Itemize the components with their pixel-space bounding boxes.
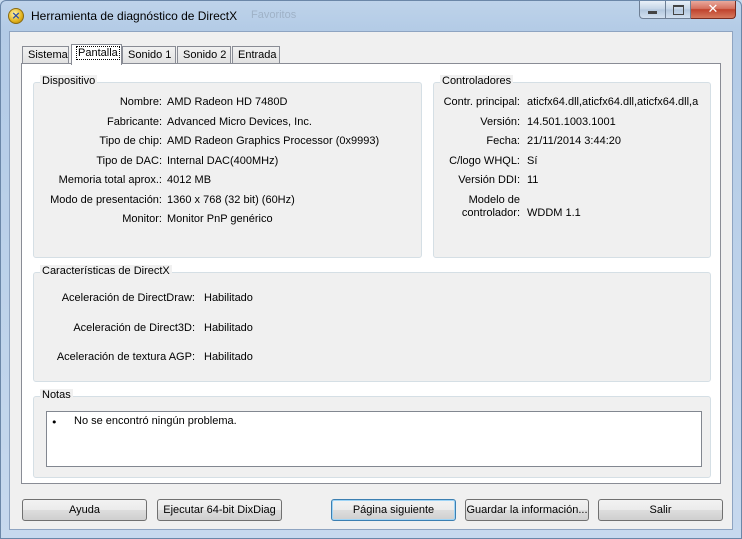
manufacturer-value: Advanced Micro Devices, Inc. [167,116,312,128]
close-button[interactable]: ✕ [691,1,736,19]
device-name-value: AMD Radeon HD 7480D [167,96,288,108]
next-page-button-label: Página siguiente [352,504,435,516]
exit-button-label: Salir [649,504,672,516]
agp-label: Aceleración de textura AGP: [56,351,195,363]
direct3d-value: Habilitado [204,322,253,334]
driver-model-label-line1: Modelo de [468,194,520,206]
agp-value: Habilitado [204,351,253,363]
notes-group: Notas • No se encontró ningún problema. [33,389,711,478]
run-64bit-dxdiag-button[interactable]: Ejecutar 64-bit DixDiag [157,499,282,521]
directx-features-group: Características de DirectX Aceleración d… [33,265,711,382]
tab-sonido-2[interactable]: Sonido 2 [177,46,231,64]
directdraw-label: Aceleración de DirectDraw: [61,292,195,304]
ddi-version-value: 11 [527,174,539,186]
maximize-icon [672,4,684,15]
notes-item: No se encontró ningún problema. [74,415,237,427]
ddi-version-label: Versión DDI: [458,174,520,186]
manufacturer-label: Fabricante: [106,116,162,128]
minimize-icon [648,11,657,14]
driver-version-label: Versión: [480,116,520,128]
save-info-button-label: Guardar la información... [466,504,588,516]
title-bar[interactable]: × Herramienta de diagnóstico de DirectX … [1,1,741,31]
maximize-button[interactable] [666,1,691,19]
close-icon: ✕ [707,2,719,17]
minimize-button[interactable] [639,1,666,19]
directx-app-icon[interactable]: × [8,8,24,24]
dac-type-label: Tipo de DAC: [96,155,162,167]
background-tab-title: Favoritos [251,9,297,21]
whql-value: Sí [527,155,538,167]
help-button[interactable]: Ayuda [22,499,147,521]
tab-entrada[interactable]: Entrada [232,46,280,64]
save-information-button[interactable]: Guardar la información... [465,499,589,521]
tab-pantalla[interactable]: Pantalla [71,44,122,65]
dac-type-value: Internal DAC(400MHz) [167,155,279,167]
driver-version-value: 14.501.1003.1001 [527,116,616,128]
directx-diagnostic-window: × Herramienta de diagnóstico de DirectX … [0,0,742,539]
main-driver-label: Contr. principal: [443,96,520,108]
drivers-group-title: Controladores [440,75,514,87]
driver-date-value: 21/11/2014 3:44:20 [527,135,621,147]
exit-button[interactable]: Salir [598,499,723,521]
whql-label: C/logo WHQL: [449,155,520,167]
display-mode-value: 1360 x 768 (32 bit) (60Hz) [167,194,295,206]
driver-date-label: Fecha: [486,135,520,147]
main-driver-value: aticfx64.dll,aticfx64.dll,aticfx64.dll,a [527,96,699,108]
monitor-label: Monitor: [122,213,162,225]
features-group-title: Características de DirectX [40,265,172,277]
directdraw-value: Habilitado [204,292,253,304]
driver-model-label-line2: controlador: [461,207,520,219]
help-button-label: Ayuda [69,504,100,516]
memory-label: Memoria total aprox.: [58,174,162,186]
drivers-group: Controladores Contr. principal: aticfx64… [433,75,711,258]
bullet-icon: • [51,416,58,429]
device-group: Dispositivo Nombre: AMD Radeon HD 7480D … [33,75,422,258]
window-title: Herramienta de diagnóstico de DirectX [31,9,238,23]
device-group-title: Dispositivo [40,75,98,87]
driver-model-value: WDDM 1.1 [527,207,581,219]
monitor-value: Monitor PnP genérico [167,213,273,225]
tab-pantalla-label: Pantalla [76,46,120,60]
memory-value: 4012 MB [167,174,212,186]
device-name-label: Nombre: [119,96,162,108]
notes-group-title: Notas [40,389,73,401]
direct3d-label: Aceleración de Direct3D: [73,322,195,334]
tab-sonido-1[interactable]: Sonido 1 [122,46,176,64]
tab-sistema[interactable]: Sistema [22,46,69,64]
display-mode-label: Modo de presentación: [50,194,162,206]
run-64bit-button-label: Ejecutar 64-bit DixDiag [163,504,276,516]
caption-buttons: ✕ [639,1,736,20]
chip-type-value: AMD Radeon Graphics Processor (0x9993) [167,135,380,147]
dialog-body: Sistema Pantalla Sonido 1 Sonido 2 Entra… [9,31,733,530]
notes-textbox[interactable]: • No se encontró ningún problema. [46,411,702,467]
next-page-button[interactable]: Página siguiente [331,499,456,521]
chip-type-label: Tipo de chip: [99,135,162,147]
display-tab-panel: Dispositivo Nombre: AMD Radeon HD 7480D … [21,63,721,484]
